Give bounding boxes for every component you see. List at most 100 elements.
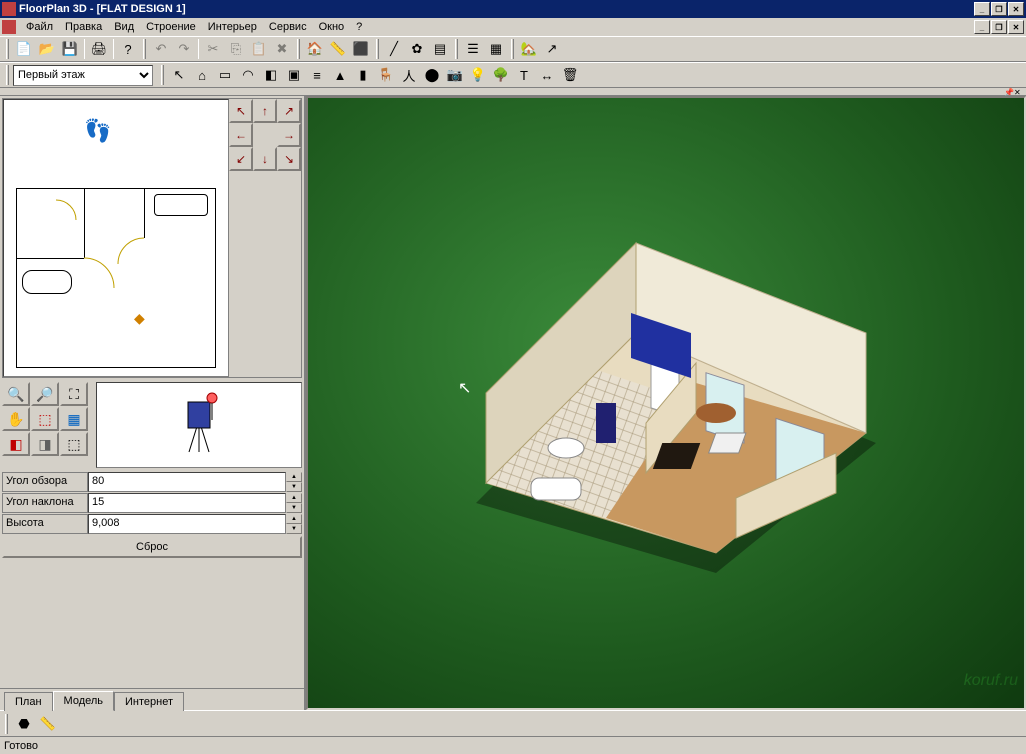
- trash-tool[interactable]: 🗑: [559, 64, 581, 86]
- floor-select-dropdown[interactable]: Первый этаж: [13, 65, 153, 86]
- door-tool[interactable]: ◧: [260, 64, 282, 86]
- viewport-3d[interactable]: ↖ koruf.ru: [306, 96, 1026, 710]
- tab-model[interactable]: Модель: [53, 691, 114, 711]
- fov-input[interactable]: 80: [88, 472, 286, 492]
- save-button[interactable]: 💾: [59, 38, 81, 60]
- zoom-extents-button[interactable]: ⛶: [60, 382, 88, 406]
- menu-file[interactable]: Файл: [20, 19, 59, 35]
- paste-button[interactable]: 📋: [248, 38, 270, 60]
- minimize-button[interactable]: _: [974, 2, 990, 16]
- dimension-tool[interactable]: ↔: [536, 64, 558, 86]
- nav-sw-button[interactable]: ↙: [229, 147, 253, 171]
- tool-page-button[interactable]: ▤: [429, 38, 451, 60]
- render-option-button[interactable]: ⬛: [350, 38, 372, 60]
- delete-button[interactable]: ✖: [271, 38, 293, 60]
- tool-grid-button[interactable]: ▦: [485, 38, 507, 60]
- shaded-view-button[interactable]: ◨: [31, 432, 59, 456]
- light-tool[interactable]: ⬤: [421, 64, 443, 86]
- panel-pin-icon[interactable]: 📌: [1004, 88, 1012, 96]
- fov-spin-down[interactable]: ▼: [286, 482, 302, 492]
- pan-button[interactable]: ✋: [2, 407, 30, 431]
- toolbar-grip[interactable]: [143, 39, 146, 59]
- zoom-in-button[interactable]: 🔍: [2, 382, 30, 406]
- camera-tool[interactable]: 人: [398, 64, 420, 86]
- toolbar-grip[interactable]: [6, 65, 9, 85]
- tab-plan[interactable]: План: [4, 692, 53, 711]
- camera-marker-icon[interactable]: ◆: [134, 310, 145, 327]
- mdi-close-button[interactable]: ✕: [1008, 20, 1024, 34]
- zoom-out-button[interactable]: 🔎: [31, 382, 59, 406]
- height-spin-up[interactable]: ▲: [286, 514, 302, 524]
- wireframe-view-button[interactable]: ⬚: [60, 432, 88, 456]
- nav-ne-button[interactable]: ↗: [277, 99, 301, 123]
- furniture-tool[interactable]: 🪑: [375, 64, 397, 86]
- reset-camera-button[interactable]: Сброс: [2, 536, 302, 558]
- toolbar-grip[interactable]: [161, 65, 164, 85]
- overview-2d-canvas[interactable]: 👣 ◆: [3, 99, 229, 377]
- ruler-button[interactable]: 📏: [327, 38, 349, 60]
- tilt-input[interactable]: 15: [88, 493, 286, 513]
- menu-help[interactable]: ?: [350, 19, 368, 35]
- stairs-tool[interactable]: ≡: [306, 64, 328, 86]
- camera2-tool[interactable]: 📷: [444, 64, 466, 86]
- bottom-render-button[interactable]: ⬣: [13, 713, 35, 735]
- lamp-tool[interactable]: 💡: [467, 64, 489, 86]
- toolbar-grip[interactable]: [6, 39, 9, 59]
- cut-button[interactable]: ✂: [202, 38, 224, 60]
- column-tool[interactable]: ▮: [352, 64, 374, 86]
- tool-spray-button[interactable]: ✿: [406, 38, 428, 60]
- redo-button[interactable]: ↷: [173, 38, 195, 60]
- toolbar-grip[interactable]: [297, 39, 300, 59]
- pointer-tool[interactable]: ↖: [168, 64, 190, 86]
- copy-button[interactable]: ⎘: [225, 38, 247, 60]
- tool-link-button[interactable]: ↗: [541, 38, 563, 60]
- nav-n-button[interactable]: ↑: [253, 99, 277, 123]
- select-all-button[interactable]: ▦: [60, 407, 88, 431]
- roof-tool[interactable]: ▲: [329, 64, 351, 86]
- mdi-minimize-button[interactable]: _: [974, 20, 990, 34]
- menu-window[interactable]: Окно: [313, 19, 351, 35]
- floor-selector[interactable]: Первый этаж: [13, 65, 153, 86]
- print-button[interactable]: 🖨: [88, 38, 110, 60]
- bottom-ruler-button[interactable]: 📏: [37, 713, 59, 735]
- toolbar-grip[interactable]: [511, 39, 514, 59]
- text-tool[interactable]: T: [513, 64, 535, 86]
- tree-tool[interactable]: 🌳: [490, 64, 512, 86]
- solid-view-button[interactable]: ◧: [2, 432, 30, 456]
- height-spin-down[interactable]: ▼: [286, 524, 302, 534]
- tilt-spin-up[interactable]: ▲: [286, 493, 302, 503]
- close-button[interactable]: ✕: [1008, 2, 1024, 16]
- fov-spin-up[interactable]: ▲: [286, 472, 302, 482]
- undo-button[interactable]: ↶: [150, 38, 172, 60]
- open-button[interactable]: 📂: [36, 38, 58, 60]
- tilt-spin-down[interactable]: ▼: [286, 503, 302, 513]
- new-button[interactable]: 📄: [13, 38, 35, 60]
- render3d-button[interactable]: 🏠: [304, 38, 326, 60]
- height-input[interactable]: 9,008: [88, 514, 286, 534]
- region-select-button[interactable]: ⬚: [31, 407, 59, 431]
- menu-interior[interactable]: Интерьер: [202, 19, 263, 35]
- home-tool[interactable]: ⌂: [191, 64, 213, 86]
- menu-edit[interactable]: Правка: [59, 19, 108, 35]
- nav-e-button[interactable]: →: [277, 123, 301, 147]
- maximize-button[interactable]: ❐: [991, 2, 1007, 16]
- nav-nw-button[interactable]: ↖: [229, 99, 253, 123]
- menu-service[interactable]: Сервис: [263, 19, 313, 35]
- panel-close-icon[interactable]: ✕: [1014, 88, 1022, 96]
- menu-view[interactable]: Вид: [108, 19, 140, 35]
- tool-list-button[interactable]: ☰: [462, 38, 484, 60]
- menu-building[interactable]: Строение: [140, 19, 202, 35]
- tab-internet[interactable]: Интернет: [114, 692, 184, 711]
- toolbar-grip[interactable]: [455, 39, 458, 59]
- nav-w-button[interactable]: ←: [229, 123, 253, 147]
- nav-s-button[interactable]: ↓: [253, 147, 277, 171]
- help-button[interactable]: ?: [117, 38, 139, 60]
- toolbar-grip[interactable]: [376, 39, 379, 59]
- toolbar-grip[interactable]: [5, 714, 8, 734]
- nav-se-button[interactable]: ↘: [277, 147, 301, 171]
- tool-line-button[interactable]: ╱: [383, 38, 405, 60]
- mdi-maximize-button[interactable]: ❐: [991, 20, 1007, 34]
- wall-tool[interactable]: ▭: [214, 64, 236, 86]
- arc-tool[interactable]: ◠: [237, 64, 259, 86]
- window-tool[interactable]: ▣: [283, 64, 305, 86]
